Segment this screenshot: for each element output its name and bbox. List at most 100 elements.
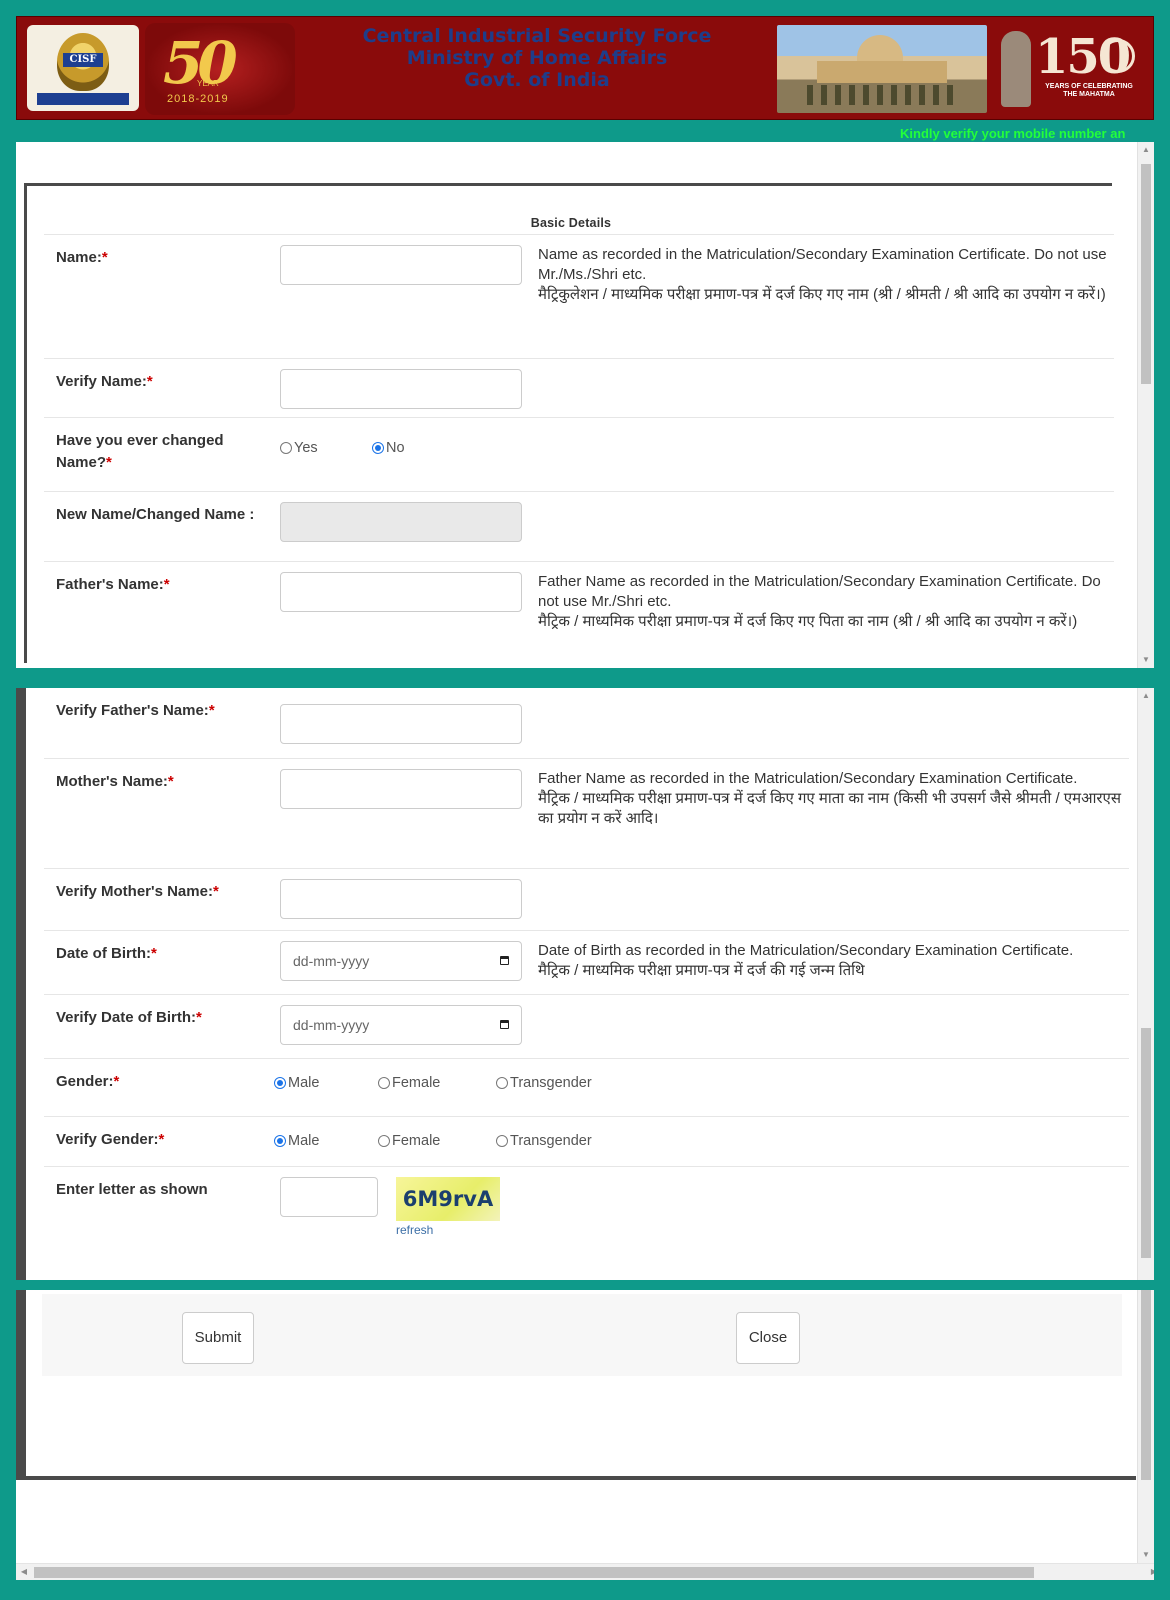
panel-bottom-border: [16, 1476, 1136, 1480]
golden-jubilee-logo: 50 YEAR 2018-2019: [145, 23, 295, 115]
table-row: Verify Name:*: [44, 358, 1114, 418]
scroll-thumb[interactable]: [1141, 164, 1151, 384]
form-frame-top[interactable]: Basic Details Name:* Name as recorded in…: [16, 142, 1154, 668]
jubilee-year-label: YEAR: [197, 79, 219, 88]
father-name-label: Father's Name:*: [44, 561, 274, 668]
table-row: Enter letter as shown 6M9rvA refresh: [44, 1165, 1129, 1266]
title-line-3: Govt. of India: [464, 69, 610, 91]
parade-photo: [777, 25, 987, 113]
gender-radios: Male Female Transgender: [274, 1069, 1123, 1091]
table-row: Gender:* Male Female Transgender: [44, 1057, 1129, 1116]
jubilee-years: 2018-2019: [167, 93, 229, 105]
horizontal-scrollbar[interactable]: ◀ ▶: [16, 1563, 1154, 1580]
verify-father-label: Verify Father's Name:*: [56, 702, 215, 719]
dob-input[interactable]: dd-mm-yyyy: [280, 940, 522, 981]
new-name-label: New Name/Changed Name :: [44, 491, 274, 562]
scroll-right-icon[interactable]: ▶: [1146, 1564, 1154, 1580]
table-row: Verify Father's Name:*: [44, 688, 1129, 758]
radio-yes[interactable]: [280, 442, 292, 454]
verify-name-input[interactable]: [280, 369, 522, 409]
dob-label: Date of Birth:*: [44, 929, 274, 994]
radio-male[interactable]: [274, 1134, 286, 1147]
verify-gender-label: Verify Gender:*: [44, 1115, 274, 1166]
table-row: Verify Mother's Name:*: [44, 867, 1129, 930]
radio-transgender[interactable]: [496, 1134, 508, 1147]
changed-no-option[interactable]: No: [372, 440, 405, 456]
vertical-scrollbar[interactable]: ▲: [1137, 688, 1154, 1280]
form-panel: Basic Details Name:* Name as recorded in…: [24, 183, 1114, 668]
captcha-image: 6M9rvA: [396, 1176, 500, 1221]
basic-details-table-cont: Verify Father's Name:* Mother's Name:* F…: [44, 688, 1129, 1266]
calendar-icon[interactable]: [500, 956, 509, 965]
verify-name-label: Verify Name:*: [44, 358, 274, 418]
panel-left-border: [16, 688, 26, 1280]
verify-mother-label: Verify Mother's Name:*: [44, 867, 274, 930]
verify-father-input[interactable]: [280, 704, 522, 744]
verify-gender-radios: Male Female Transgender: [274, 1127, 1123, 1149]
header-banner: CISF 50 YEAR 2018-2019 Central Industria…: [16, 16, 1154, 120]
table-row: Verify Gender:* Male Female Transgender: [44, 1115, 1129, 1166]
verify-mother-input[interactable]: [280, 878, 522, 919]
title-line-2: Ministry of Home Affairs: [406, 47, 668, 69]
scroll-up-icon[interactable]: ▲: [1138, 688, 1154, 704]
table-row: Verify Date of Birth:* dd-mm-yyyy: [44, 993, 1129, 1058]
verify-gender-male-option[interactable]: Male: [274, 1133, 378, 1149]
basic-details-table: Name:* Name as recorded in the Matricula…: [44, 234, 1114, 668]
section-title: Basic Details: [530, 216, 612, 230]
table-row: Father's Name:* Father Name as recorded …: [44, 561, 1114, 668]
gender-trans-option[interactable]: Transgender: [496, 1075, 592, 1091]
vertical-scrollbar[interactable]: ▼: [1137, 1290, 1154, 1563]
radio-transgender[interactable]: [496, 1076, 508, 1089]
radio-no[interactable]: [372, 442, 384, 454]
scroll-down-icon[interactable]: ▼: [1138, 1547, 1154, 1563]
table-row: Have you ever changed Name?* Yes No: [44, 417, 1114, 492]
radio-male[interactable]: [274, 1076, 286, 1089]
mahatma-caption: YEARS OF CELEBRATING THE MAHATMA: [1045, 83, 1133, 98]
verify-dob-input[interactable]: dd-mm-yyyy: [280, 1004, 522, 1045]
submit-button[interactable]: Submit: [182, 1312, 254, 1364]
gandhi-figure-icon: [1001, 31, 1031, 107]
captcha-input[interactable]: [280, 1176, 378, 1217]
gender-male-option[interactable]: Male: [274, 1075, 378, 1091]
mother-name-input[interactable]: [280, 768, 522, 809]
scroll-left-icon[interactable]: ◀: [16, 1564, 32, 1580]
name-input[interactable]: [280, 245, 522, 285]
scroll-thumb[interactable]: [1141, 1290, 1151, 1480]
radio-female[interactable]: [378, 1134, 390, 1147]
cisf-emblem: CISF: [27, 25, 139, 111]
troops: [807, 85, 957, 105]
mother-name-label: Mother's Name:*: [44, 757, 274, 868]
verify-gender-trans-option[interactable]: Transgender: [496, 1133, 592, 1149]
cisf-motto-strip: [37, 93, 129, 105]
table-row: Mother's Name:* Father Name as recorded …: [44, 757, 1129, 868]
verify-gender-female-option[interactable]: Female: [378, 1133, 496, 1149]
calendar-icon[interactable]: [500, 1020, 509, 1029]
form-frame-bottom[interactable]: Submit Close ▼ ◀ ▶: [16, 1290, 1154, 1580]
vertical-scrollbar[interactable]: ▲ ▼: [1137, 142, 1154, 668]
button-panel: Submit Close: [16, 1290, 1136, 1476]
gender-female-option[interactable]: Female: [378, 1075, 496, 1091]
form-frame-middle[interactable]: Verify Father's Name:* Mother's Name:* F…: [16, 688, 1154, 1280]
table-row: Name:* Name as recorded in the Matricula…: [44, 234, 1114, 359]
scroll-up-icon[interactable]: ▲: [1138, 142, 1154, 158]
father-name-help: Father Name as recorded in the Matricula…: [532, 561, 1114, 668]
table-row: Date of Birth:* dd-mm-yyyy Date of Birth…: [44, 929, 1129, 994]
scroll-thumb[interactable]: [1141, 1028, 1151, 1258]
charkha-icon: [1101, 39, 1135, 73]
title-line-1: Central Industrial Security Force: [362, 25, 712, 47]
captcha-refresh-link[interactable]: refresh: [396, 1223, 500, 1237]
radio-female[interactable]: [378, 1076, 390, 1089]
scroll-thumb-horizontal[interactable]: [34, 1567, 1034, 1578]
table-row: New Name/Changed Name :: [44, 491, 1114, 562]
changed-name-radios: Yes No: [280, 428, 526, 456]
father-name-input[interactable]: [280, 572, 522, 612]
changed-name-label: Have you ever changed Name?*: [44, 417, 274, 492]
close-button[interactable]: Close: [736, 1312, 800, 1364]
name-help: Name as recorded in the Matriculation/Se…: [532, 234, 1114, 359]
announcement-marquee: Kindly verify your mobile number an: [900, 126, 1126, 141]
verify-dob-label: Verify Date of Birth:*: [44, 993, 274, 1058]
cisf-seal-label: CISF: [63, 53, 103, 67]
building: [817, 61, 947, 83]
changed-yes-option[interactable]: Yes: [280, 440, 372, 456]
scroll-down-icon[interactable]: ▼: [1138, 652, 1154, 668]
